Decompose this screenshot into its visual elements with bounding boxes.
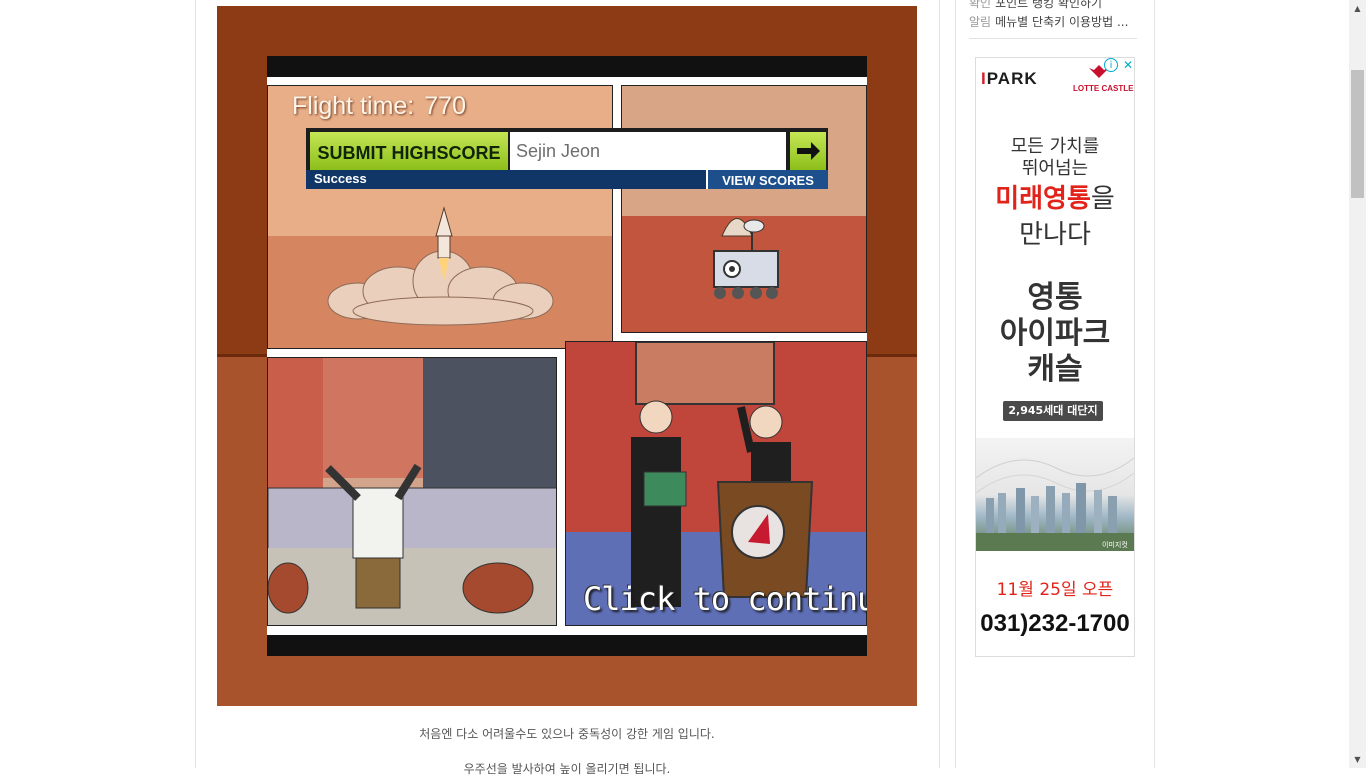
- sidebar-right-border: [1154, 0, 1155, 768]
- ad-close-icon[interactable]: ✕: [1121, 58, 1134, 72]
- skyline-icon: [976, 457, 1134, 551]
- sidebar-link-shortcuts[interactable]: 알림 메뉴별 단축키 이용방법 ...: [969, 13, 1128, 30]
- comic-panel-rover: [621, 85, 867, 333]
- ad-line-2: 뛰어넘는: [1021, 158, 1089, 179]
- ad-open-date: 11월 25일 오픈: [996, 580, 1114, 600]
- ad-badge: 2,945세대 대단지: [1003, 401, 1103, 421]
- highscore-widget: SUBMIT HIGHSCORE Success VIEW SCORES: [306, 128, 828, 189]
- ad-image-caption: 이미지컷: [1102, 541, 1128, 549]
- flight-time-value: 770: [424, 92, 466, 120]
- ad-highlight-line: 미래영통을: [995, 184, 1115, 214]
- flash-game[interactable]: Flight time: 770 SUBMIT HIGHSCORE Sejin …: [217, 6, 917, 706]
- sidebar-link-text: 포인트 랭킹 확인하기: [995, 0, 1103, 10]
- highscore-status-bar: Success VIEW SCORES: [306, 170, 828, 189]
- highscore-form: SUBMIT HIGHSCORE: [306, 128, 828, 170]
- scrollbar-thumb[interactable]: [1351, 70, 1364, 198]
- ad-line-3: 만나다: [1019, 220, 1091, 250]
- sidebar-link-ranking[interactable]: 확인 포인트 랭킹 확인하기: [969, 0, 1102, 11]
- ad-title-3: 캐슬: [1027, 352, 1083, 387]
- flight-time-readout: Flight time: 770: [292, 92, 466, 121]
- ad-info-icon[interactable]: i: [1104, 58, 1118, 72]
- sidebar-link-tag: 알림: [969, 15, 992, 29]
- sidebar-link-tag: 확인: [969, 0, 992, 10]
- scroll-up-arrow-icon[interactable]: ▲: [1349, 0, 1366, 17]
- click-to-continue-prompt[interactable]: Click to continue...: [583, 580, 867, 618]
- scroll-down-arrow-icon[interactable]: ▼: [1349, 751, 1366, 768]
- article-caption-2: 우주선을 발사하여 높이 올리기면 됩니다.: [463, 762, 671, 776]
- lotte-castle-logo: LOTTE CASTLE: [1073, 84, 1134, 93]
- view-scores-button[interactable]: VIEW SCORES: [706, 170, 828, 189]
- submit-arrow-button[interactable]: [790, 132, 826, 170]
- flight-time-label: Flight time:: [292, 92, 415, 120]
- sidebar-advertisement[interactable]: IPARK LOTTE CASTLE i ✕ 모든 가치를 뛰어넘는 미래영통을…: [975, 57, 1135, 657]
- sidebar-link-text: 메뉴별 단축키 이용방법 ...: [995, 15, 1129, 29]
- bottom-black-bar: [267, 635, 867, 656]
- sidebar-divider: [969, 38, 1137, 39]
- comic-panel-control-room: [267, 357, 557, 626]
- control-room-illustration: [268, 358, 556, 625]
- top-black-bar: [267, 56, 867, 77]
- ad-phone-number: 031)232-1700: [980, 610, 1130, 637]
- rover-illustration: [622, 86, 866, 332]
- page-scrollbar[interactable]: ▲ ▼: [1349, 0, 1366, 768]
- launch-illustration: [268, 86, 612, 348]
- comic-ending-screen[interactable]: Flight time: 770 SUBMIT HIGHSCORE Sejin …: [267, 56, 867, 656]
- sidebar-left-border: [955, 0, 956, 768]
- comic-panel-launch: Flight time: 770: [267, 85, 613, 349]
- city-skyline-image: 이미지컷: [976, 438, 1134, 551]
- ipark-logo: IPARK: [981, 69, 1038, 88]
- submit-highscore-button[interactable]: SUBMIT HIGHSCORE: [310, 132, 508, 170]
- arrow-right-icon: [797, 142, 820, 160]
- content-right-border: [939, 0, 940, 768]
- article-caption: 처음엔 다소 어려울수도 있으나 중독성이 강한 게임 입니다.: [419, 727, 715, 741]
- status-text: Success: [314, 171, 367, 186]
- content-left-border: [195, 0, 196, 768]
- player-name-input[interactable]: [510, 132, 786, 170]
